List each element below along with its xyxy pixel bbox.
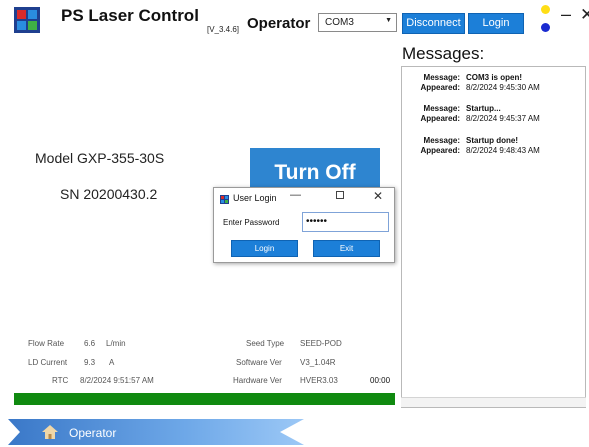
software-ver-label: Software Ver bbox=[236, 358, 282, 367]
close-icon[interactable]: ✕ bbox=[373, 189, 383, 203]
login-button[interactable]: Login bbox=[468, 13, 524, 34]
message-time: 8/2/2024 9:48:43 AM bbox=[466, 146, 540, 155]
home-icon bbox=[42, 425, 58, 439]
seed-type-label: Seed Type bbox=[246, 339, 285, 348]
status-indicator-blue bbox=[541, 23, 550, 32]
progress-fill bbox=[14, 393, 395, 405]
rtc-value: 8/2/2024 9:51:57 AM bbox=[80, 376, 154, 385]
seed-type-value: SEED-POD bbox=[300, 339, 342, 348]
ld-current-value: 9.3 bbox=[84, 358, 96, 367]
hardware-ver-value: HVER3.03 bbox=[300, 376, 338, 385]
minimize-icon[interactable]: – bbox=[561, 4, 571, 25]
app-version: [V_3.4.6] bbox=[207, 25, 240, 34]
timer-value: 00:00 bbox=[370, 376, 391, 385]
message-item: Message: COM3 is open! Appeared: 8/2/2024 … bbox=[402, 73, 585, 93]
messages-title: Messages: bbox=[402, 44, 485, 63]
app-logo-icon bbox=[220, 195, 229, 204]
flow-rate-value: 6.6 bbox=[84, 339, 96, 348]
disconnect-button[interactable]: Disconnect bbox=[402, 13, 465, 34]
rtc-label: RTC bbox=[52, 376, 69, 385]
app-title: PS Laser Control bbox=[61, 6, 199, 25]
message-time: 8/2/2024 9:45:30 AM bbox=[466, 83, 540, 92]
hardware-ver-label: Hardware Ver bbox=[233, 376, 282, 385]
appeared-key: Appeared: bbox=[420, 146, 460, 155]
role-label: Operator bbox=[247, 15, 311, 32]
message-key: Message: bbox=[423, 136, 460, 145]
com-port-select[interactable]: COM3 ▼ bbox=[318, 13, 397, 32]
app-logo-icon bbox=[14, 7, 40, 33]
message-text: Startup done! bbox=[466, 136, 518, 145]
message-item: Message: Startup... Appeared: 8/2/2024 9:4… bbox=[402, 104, 585, 124]
dialog-exit-button[interactable]: Exit bbox=[313, 240, 380, 257]
password-label: Enter Password bbox=[223, 218, 280, 227]
software-ver-value: V3_1.04R bbox=[300, 358, 336, 367]
appeared-key: Appeared: bbox=[420, 114, 460, 123]
minimize-icon[interactable]: — bbox=[290, 189, 301, 201]
dialog-login-button[interactable]: Login bbox=[231, 240, 298, 257]
ld-current-label: LD Current bbox=[28, 358, 68, 367]
message-text: COM3 is open! bbox=[466, 73, 523, 82]
message-key: Message: bbox=[423, 73, 460, 82]
com-port-value: COM3 bbox=[325, 17, 354, 28]
status-indicator-yellow bbox=[541, 5, 550, 14]
model-label: Model GXP-355-30S bbox=[35, 150, 165, 166]
message-item: Message: Startup done! Appeared: 8/2/2024 … bbox=[402, 136, 585, 156]
message-key: Message: bbox=[423, 104, 460, 113]
maximize-icon[interactable] bbox=[336, 191, 344, 199]
password-input[interactable]: •••••• bbox=[302, 212, 389, 232]
flow-rate-label: Flow Rate bbox=[28, 339, 65, 348]
serial-number-label: SN 20200430.2 bbox=[60, 186, 158, 202]
message-time: 8/2/2024 9:45:37 AM bbox=[466, 114, 540, 123]
appeared-key: Appeared: bbox=[420, 83, 460, 92]
message-text: Startup... bbox=[466, 104, 501, 113]
chevron-down-icon: ▼ bbox=[385, 17, 392, 24]
ld-current-unit: A bbox=[109, 358, 115, 367]
close-icon[interactable]: ✕ bbox=[580, 5, 589, 25]
dialog-title: User Login bbox=[233, 193, 277, 203]
flow-rate-unit: L/min bbox=[106, 339, 126, 348]
messages-panel[interactable]: Message: COM3 is open! Appeared: 8/2/2024 … bbox=[401, 66, 586, 408]
operator-tab-label: Operator bbox=[69, 426, 117, 440]
login-dialog: User Login — ✕ Enter Password •••••• Log… bbox=[213, 187, 395, 263]
progress-bar bbox=[14, 393, 395, 405]
messages-horizontal-scrollbar[interactable] bbox=[401, 397, 586, 407]
